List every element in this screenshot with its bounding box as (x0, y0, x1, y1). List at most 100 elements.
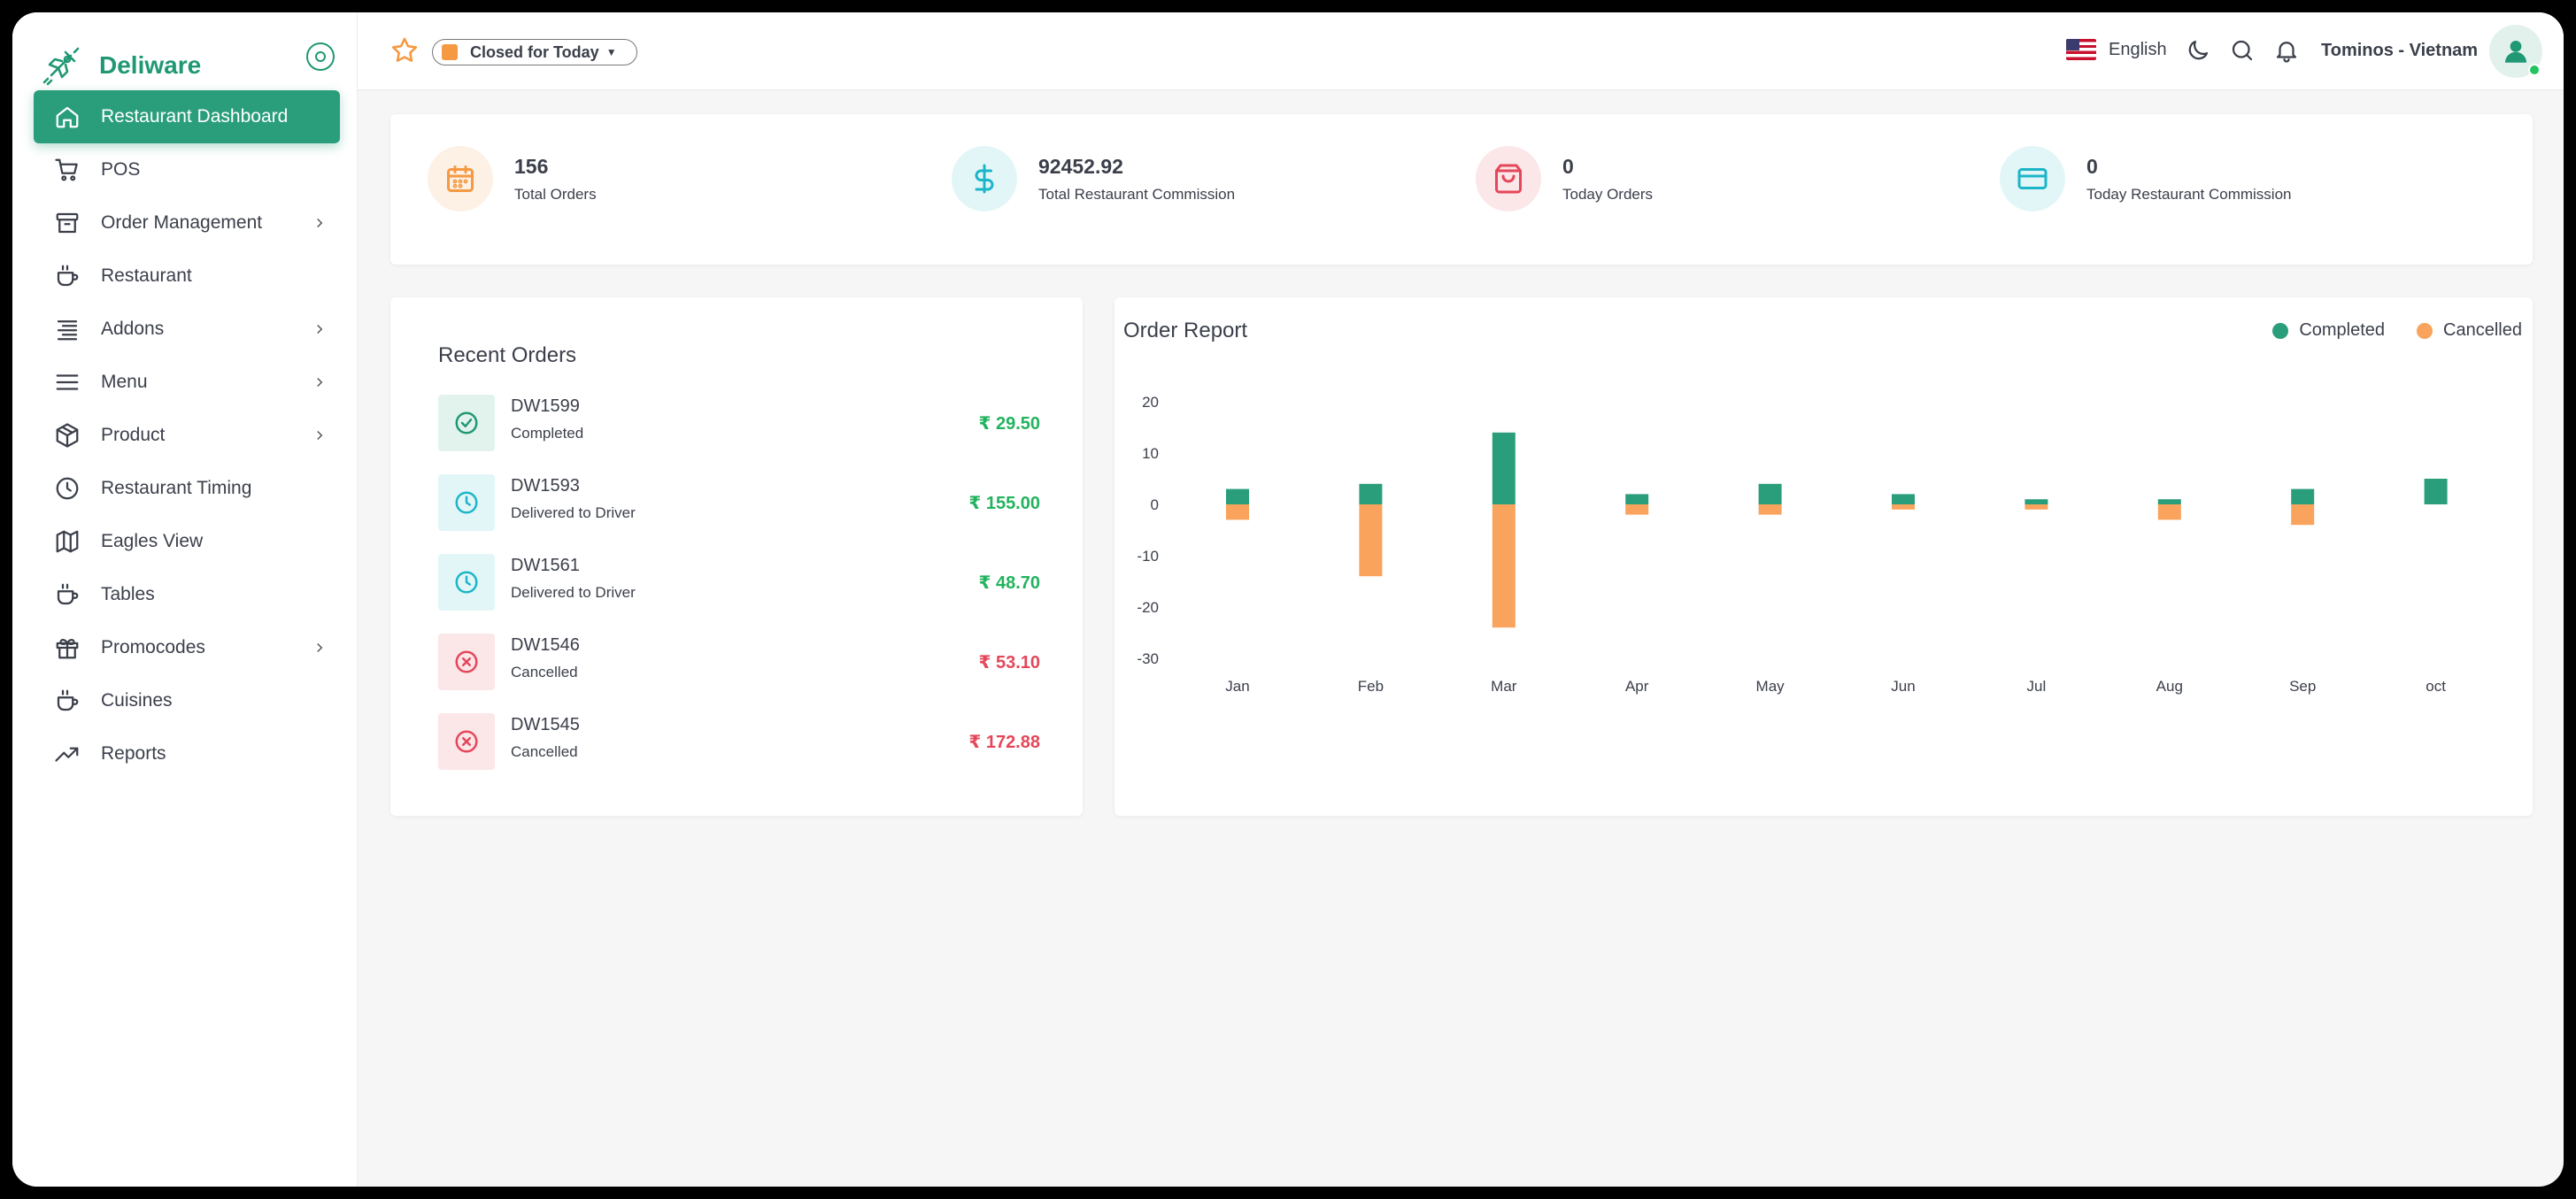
sidebar-item-label: Reports (101, 743, 166, 764)
caret-down-icon: ▼ (605, 46, 617, 58)
sidebar-item-restaurant-timing[interactable]: Restaurant Timing (34, 462, 340, 515)
list-icon (53, 315, 81, 343)
store-status-dropdown[interactable]: Closed for Today ▼ (432, 39, 637, 65)
sidebar-toggle-button[interactable] (306, 42, 335, 71)
order-report-card: Order Report Completed Cancelled 20 10 0 -10… (1114, 297, 2533, 816)
bar-cancelled-apr (1625, 504, 1649, 515)
stat-label: Today Orders (1562, 185, 1654, 203)
stat-label: Total Restaurant Commission (1038, 185, 1236, 203)
sidebar-item-restaurant[interactable]: Restaurant (34, 250, 340, 303)
user-icon (2504, 40, 2527, 63)
sidebar-item-promocodes[interactable]: Promocodes (34, 621, 340, 674)
x-tick-label: Sep (2289, 678, 2316, 695)
sidebar-item-label: Eagles View (101, 531, 204, 551)
sidebar-nav: Restaurant Dashboard POS Order Management R… (34, 90, 340, 780)
bar-completed-jun (1892, 494, 1915, 504)
clock-icon (438, 474, 495, 531)
bar-cancelled-aug (2157, 504, 2181, 520)
search-icon[interactable] (2229, 37, 2257, 65)
sidebar-item-cuisines[interactable]: Cuisines (34, 674, 340, 727)
clock-icon (438, 554, 495, 611)
legend-item[interactable]: Completed (2272, 320, 2385, 341)
sidebar-item-eagles-view[interactable]: Eagles View (34, 515, 340, 568)
bar-completed-may (1758, 483, 1782, 504)
sidebar-item-label: POS (101, 159, 141, 180)
sidebar-item-label: Order Management (101, 212, 263, 233)
legend-label: Completed (2299, 320, 2386, 340)
bar-cancelled-jan (1226, 504, 1249, 520)
brand[interactable]: Deliware (39, 39, 201, 92)
x-tick-label: Jun (1891, 678, 1915, 695)
language-selector[interactable]: English (2066, 39, 2167, 60)
calendar-icon (428, 146, 493, 211)
star-icon[interactable] (389, 35, 420, 65)
y-tick-label: 0 (1151, 496, 1159, 513)
chevron-right-icon (312, 374, 328, 390)
language-label: English (2109, 39, 2167, 59)
x-tick-label: Jan (1225, 678, 1249, 695)
bar-completed-mar (1492, 432, 1516, 504)
bar-completed-sep (2291, 488, 2315, 504)
bar-completed-apr (1625, 494, 1649, 504)
x-tick-label: May (1756, 678, 1785, 695)
x-tick-label: Jul (2027, 678, 2047, 695)
legend-swatch (2272, 322, 2289, 339)
order-amount: ₹ 29.50 (978, 414, 1040, 434)
sidebar-item-pos[interactable]: POS (34, 143, 340, 196)
shopping-bag-icon (1476, 146, 1541, 211)
order-status: Completed (511, 425, 584, 442)
stat-value: 92452.92 (1038, 154, 1123, 178)
order-id: DW1546 (511, 635, 580, 655)
list-item[interactable]: DW1599 Completed ₹ 29.50 (438, 395, 1040, 451)
cart-icon (53, 156, 81, 184)
list-item[interactable]: DW1561 Delivered to Driver ₹ 48.70 (438, 554, 1040, 611)
sidebar-item-product[interactable]: Product (34, 409, 340, 462)
legend-item[interactable]: Cancelled (2417, 320, 2522, 341)
stats-card: 156 Total Orders 92452.92 Total Restaurant … (390, 114, 2533, 265)
sidebar-item-label: Restaurant (101, 265, 192, 286)
order-id: DW1545 (511, 715, 580, 734)
chevron-right-icon (312, 321, 328, 337)
stat-today-restaurant-commission: 0 Today Restaurant Commission (2000, 146, 2291, 211)
sidebar-item-label: Tables (101, 584, 155, 604)
order-id: DW1599 (511, 396, 580, 416)
list-item[interactable]: DW1593 Delivered to Driver ₹ 155.00 (438, 474, 1040, 531)
bar-completed-aug (2157, 499, 2181, 504)
bar-cancelled-mar (1492, 504, 1516, 628)
sidebar-item-tables[interactable]: Tables (34, 568, 340, 621)
stat-today-orders: 0 Today Orders (1476, 146, 1653, 211)
order-status: Delivered to Driver (511, 584, 636, 601)
sidebar-item-addons[interactable]: Addons (34, 303, 340, 356)
online-status-dot (2528, 64, 2541, 76)
list-item[interactable]: DW1546 Cancelled ₹ 53.10 (438, 634, 1040, 690)
sidebar-item-restaurant-dashboard[interactable]: Restaurant Dashboard (34, 90, 340, 143)
cup-icon (53, 687, 81, 715)
chevron-right-icon (312, 215, 328, 231)
chevron-right-icon (312, 427, 328, 443)
list-item[interactable]: DW1545 Cancelled ₹ 172.88 (438, 713, 1040, 770)
chart-legend: Completed Cancelled (2241, 320, 2522, 341)
sidebar-item-label: Promocodes (101, 637, 205, 657)
check-circle-icon (438, 395, 495, 451)
clock-icon (53, 474, 81, 503)
moon-icon[interactable] (2185, 37, 2213, 65)
order-status: Delivered to Driver (511, 504, 636, 521)
recent-orders-card: Recent Orders DW1599 Completed ₹ 29.50 DW15… (390, 297, 1083, 816)
dollar-icon (952, 146, 1017, 211)
y-tick-label: -30 (1137, 650, 1159, 667)
order-report-title: Order Report (1123, 319, 1248, 342)
order-report-chart: 20 10 0 -10 -20 -30 Jan Feb Mar Apr May Jun Jul Aug Se… (1137, 394, 2448, 695)
x-tick-label: Apr (1625, 678, 1649, 695)
box-icon (53, 421, 81, 450)
stat-total-orders: 156 Total Orders (428, 146, 597, 211)
stat-value: 156 (514, 154, 549, 178)
sidebar-item-label: Menu (101, 372, 148, 392)
sidebar-item-label: Restaurant Dashboard (101, 106, 289, 127)
order-amount: ₹ 53.10 (978, 653, 1040, 673)
user-name[interactable]: Tominos - Vietnam (2321, 41, 2478, 61)
bell-icon[interactable] (2273, 37, 2302, 65)
sidebar-item-reports[interactable]: Reports (34, 727, 340, 780)
sidebar-item-order-management[interactable]: Order Management (34, 196, 340, 250)
y-tick-label: 10 (1142, 445, 1159, 462)
sidebar-item-menu[interactable]: Menu (34, 356, 340, 409)
